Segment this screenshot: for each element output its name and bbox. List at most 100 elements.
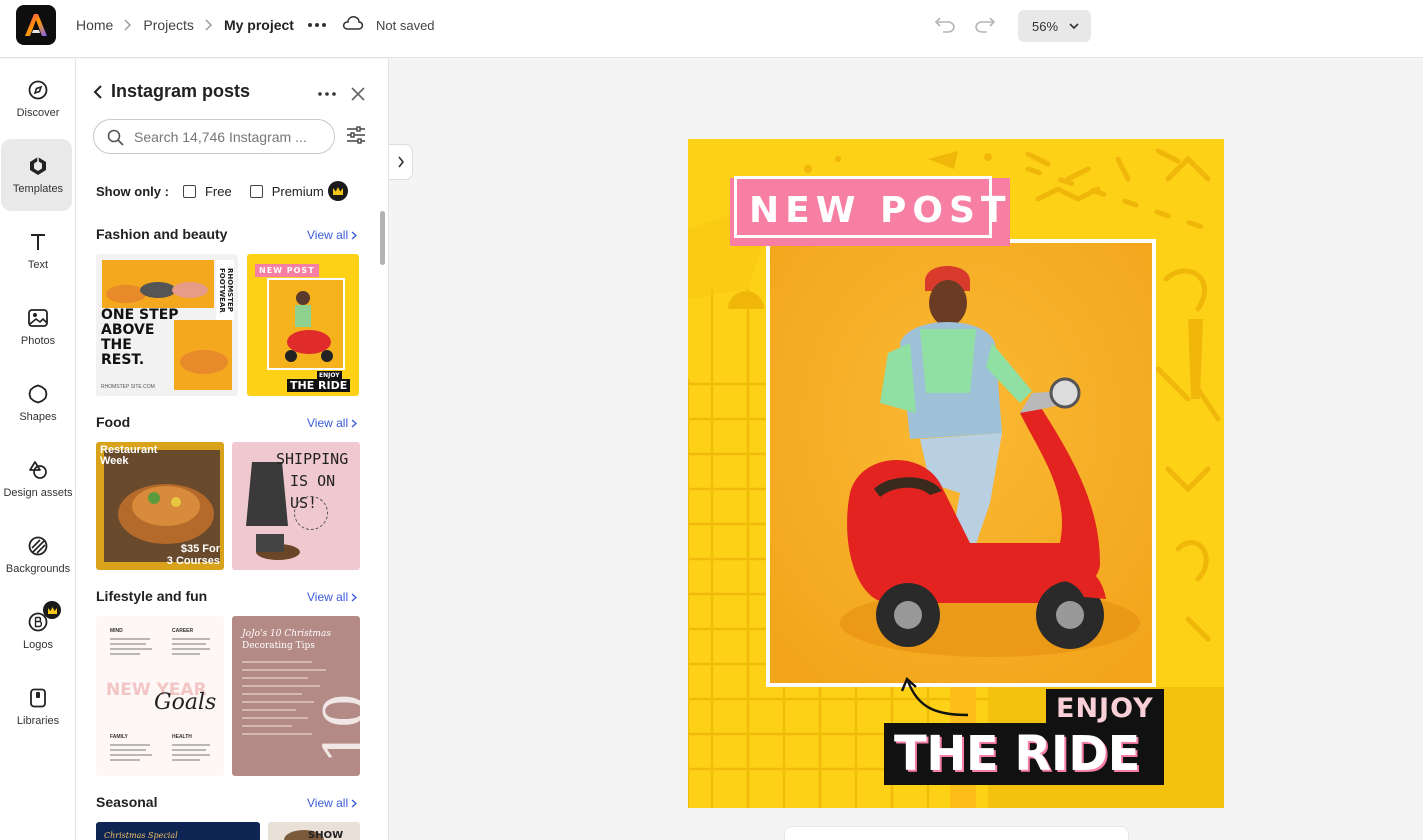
- rail-label: Backgrounds: [5, 563, 71, 575]
- redo-icon[interactable]: [974, 14, 998, 36]
- rail-label: Design assets: [3, 487, 73, 499]
- title-line: Decorating Tips: [242, 641, 315, 651]
- template-thumb-fashion-2[interactable]: NEW POST ENJOY THE RIDE: [247, 254, 359, 396]
- view-all-label: View all: [307, 416, 349, 430]
- chevron-right-icon: [351, 230, 358, 240]
- breadcrumb-current[interactable]: My project: [224, 17, 294, 33]
- templates-panel: Instagram posts Search 14,746 Instagram …: [76, 59, 389, 840]
- view-all-food[interactable]: View all: [307, 416, 358, 430]
- view-all-seasonal[interactable]: View all: [307, 796, 358, 810]
- filter-premium-checkbox[interactable]: Premium: [249, 181, 348, 201]
- backgrounds-icon: [27, 535, 49, 557]
- chevron-right-icon: [351, 418, 358, 428]
- vertical-brand-text: RHOMSTEP FOOTWEAR: [216, 260, 234, 320]
- app-logo-icon: [25, 14, 47, 36]
- section-title-lifestyle: Lifestyle and fun: [96, 588, 208, 604]
- show-only-label: Show only :: [96, 183, 169, 199]
- show-only-filters: Show only : Free Premium: [96, 181, 348, 201]
- panel-scrollbar[interactable]: [380, 211, 385, 265]
- template-thumb-food-2[interactable]: SHIPPING IS ON US!: [232, 442, 360, 570]
- panel-more-icon[interactable]: [318, 86, 338, 102]
- the-ride-text: THE RIDE: [287, 379, 351, 392]
- breadcrumb-home[interactable]: Home: [76, 17, 113, 33]
- breadcrumb-projects[interactable]: Projects: [143, 17, 194, 33]
- page-controls-bar[interactable]: [784, 826, 1129, 840]
- checkbox[interactable]: [182, 184, 196, 198]
- family-header: FAMILY: [110, 734, 128, 740]
- curved-arrow-icon: [900, 676, 969, 717]
- artboard[interactable]: NEW POST ENJOY THE RIDE: [688, 139, 1224, 808]
- search-placeholder: Search 14,746 Instagram ...: [134, 128, 307, 145]
- rail-item-shapes[interactable]: Shapes: [0, 367, 76, 439]
- search-input[interactable]: Search 14,746 Instagram ...: [93, 119, 335, 154]
- the-ride-text[interactable]: THE RIDE: [894, 723, 1140, 785]
- template-thumb-seasonal-2[interactable]: SHOW: [268, 822, 360, 840]
- collapse-panel-tab[interactable]: [389, 144, 413, 180]
- photo-frame[interactable]: [766, 239, 1156, 687]
- rail-label: Text: [27, 259, 49, 271]
- tips-title: JoJo's 10 Christmas Decorating Tips: [242, 628, 331, 652]
- checklist-lines: [110, 744, 210, 761]
- shoe-photo: [102, 260, 214, 308]
- search-icon: [107, 129, 124, 146]
- filter-sliders-icon[interactable]: [346, 126, 366, 146]
- rail-item-backgrounds[interactable]: Backgrounds: [0, 519, 76, 591]
- template-thumb-food-1[interactable]: Restaurant Week $35 For 3 Courses: [96, 442, 224, 570]
- adobe-express-logo[interactable]: [16, 5, 56, 45]
- stamp-icon: [294, 496, 328, 530]
- logos-icon: [27, 601, 61, 633]
- template-thumb-seasonal-1[interactable]: Christmas Special: [96, 822, 260, 840]
- breadcrumb: Home Projects My project: [76, 0, 294, 50]
- template-thumb-lifestyle-1[interactable]: MIND CAREER NEW YEAR Goals FAMILY HEALTH: [96, 616, 224, 776]
- health-header: HEALTH: [172, 734, 192, 740]
- filter-free-checkbox[interactable]: Free: [182, 184, 232, 199]
- design-assets-icon: [27, 459, 49, 481]
- undo-icon[interactable]: [934, 14, 958, 36]
- more-options-icon[interactable]: [306, 16, 328, 34]
- chevron-right-icon: [205, 19, 213, 31]
- headline-line: THE: [101, 337, 132, 353]
- christmas-title: Christmas Special: [104, 831, 178, 840]
- zoom-dropdown[interactable]: 56%: [1018, 10, 1091, 42]
- template-thumb-lifestyle-2[interactable]: JoJo's 10 Christmas Decorating Tips 10: [232, 616, 360, 776]
- headline-line: ABOVE: [101, 322, 155, 338]
- rail-item-libraries[interactable]: Libraries: [0, 671, 76, 743]
- panel-header: Instagram posts: [93, 81, 250, 102]
- libraries-icon: [27, 687, 49, 709]
- premium-crown-icon: [327, 181, 348, 201]
- template-thumb-fashion-1[interactable]: RHOMSTEP FOOTWEAR ONE STEP ABOVE THE RES…: [96, 254, 238, 396]
- title-line: Week: [100, 455, 129, 467]
- templates-icon: [27, 155, 49, 177]
- rail-item-text[interactable]: Text: [0, 215, 76, 287]
- left-rail: Discover Templates Text Photos Shapes De…: [0, 59, 76, 840]
- site-text: RHOMSTEP SITE.COM: [101, 384, 155, 390]
- rail-label: Shapes: [19, 411, 57, 423]
- photo-icon: [27, 307, 49, 329]
- rail-item-photos[interactable]: Photos: [0, 291, 76, 363]
- checkbox[interactable]: [249, 184, 263, 198]
- view-all-label: View all: [307, 228, 349, 242]
- new-post-text[interactable]: NEW POST: [749, 189, 1011, 233]
- compass-icon: [27, 79, 49, 101]
- cloud-icon: [342, 15, 366, 35]
- chevron-right-icon: [351, 592, 358, 602]
- view-all-label: View all: [307, 796, 349, 810]
- chevron-down-icon: [1069, 23, 1079, 30]
- rail-item-design-assets[interactable]: Design assets: [0, 443, 76, 515]
- rail-item-templates[interactable]: Templates: [0, 139, 76, 211]
- save-status: Not saved: [376, 17, 435, 33]
- title-line: JoJo's 10 Christmas: [242, 629, 331, 639]
- filter-premium-label: Premium: [271, 183, 324, 199]
- back-chevron-icon[interactable]: [93, 84, 103, 100]
- section-title-fashion: Fashion and beauty: [96, 226, 228, 242]
- view-all-lifestyle[interactable]: View all: [307, 590, 358, 604]
- rail-item-logos[interactable]: Logos: [0, 595, 76, 667]
- rail-item-discover[interactable]: Discover: [0, 63, 76, 135]
- show-text: SHOW: [308, 830, 344, 840]
- chevron-right-icon: [124, 19, 132, 31]
- chevron-right-icon: [351, 798, 358, 808]
- shapes-icon: [27, 383, 49, 405]
- close-icon[interactable]: [350, 86, 366, 102]
- rail-label: Libraries: [16, 715, 60, 727]
- view-all-fashion[interactable]: View all: [307, 228, 358, 242]
